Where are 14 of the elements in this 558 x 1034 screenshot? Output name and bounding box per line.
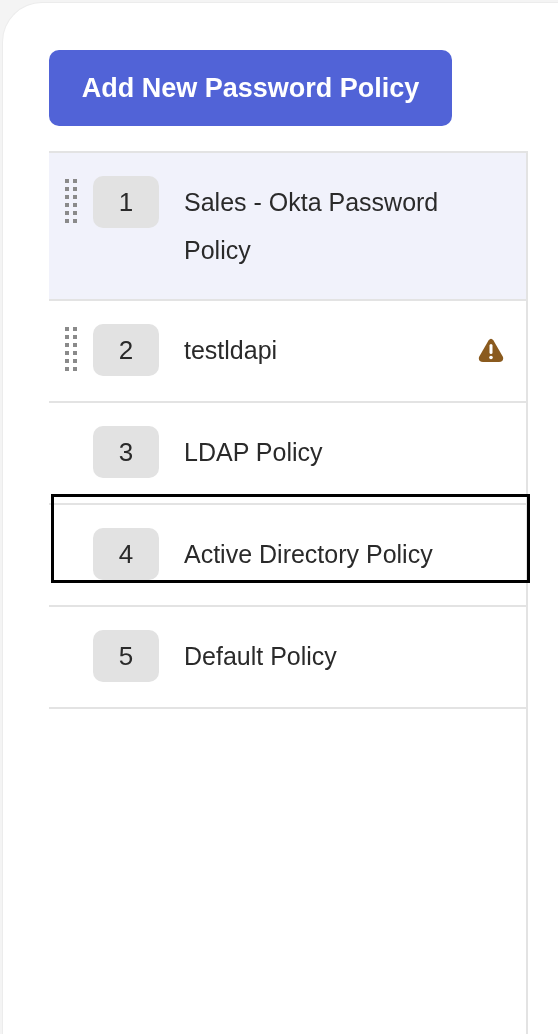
- policy-name: Default Policy: [184, 641, 338, 672]
- drag-handle-icon[interactable]: [64, 179, 78, 225]
- policy-row[interactable]: 1 Sales - Okta Password Policy: [49, 153, 526, 301]
- order-number: 5: [93, 630, 159, 682]
- order-number: 2: [93, 324, 159, 376]
- policy-name: testldapi: [184, 335, 279, 366]
- policy-name: Sales - Okta Password Policy: [184, 187, 440, 266]
- add-policy-button[interactable]: Add New Password Policy: [49, 50, 452, 126]
- order-number: 1: [93, 176, 159, 228]
- order-number: 4: [93, 528, 159, 580]
- policy-name: LDAP Policy: [184, 437, 324, 468]
- policy-name: Active Directory Policy: [184, 539, 434, 570]
- drag-handle-icon[interactable]: [64, 327, 78, 373]
- order-number: 3: [93, 426, 159, 478]
